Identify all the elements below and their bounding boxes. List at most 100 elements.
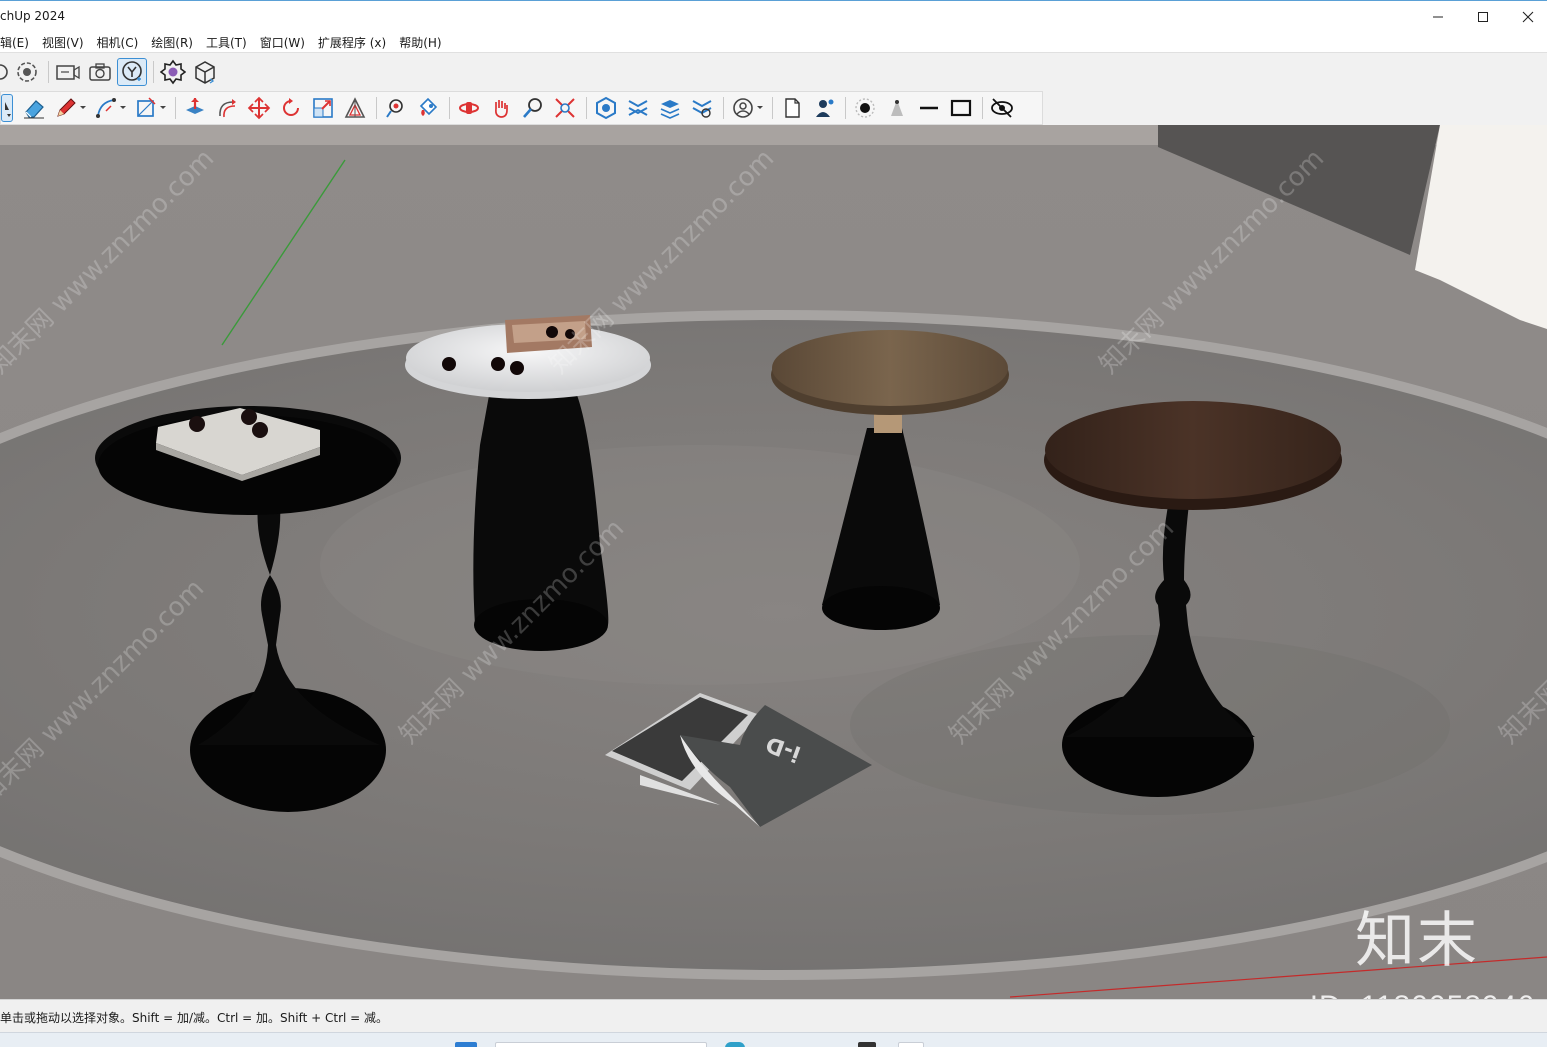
edge-icon[interactable] [725, 1042, 745, 1047]
taskbar-app-icon[interactable] [858, 1042, 876, 1047]
styles-icon [692, 100, 712, 118]
toolbar-separator [376, 97, 377, 119]
new-file-button[interactable] [777, 94, 807, 122]
status-bar: 单击或拖动以选择对象。Shift = 加/减。Ctrl = 加。Shift + … [0, 999, 1547, 1032]
shadow-button[interactable] [850, 94, 880, 122]
pencil-dropdown[interactable] [79, 94, 87, 122]
zoom-icon [523, 98, 542, 118]
account-dropdown[interactable] [756, 94, 764, 122]
line-button[interactable] [914, 94, 944, 122]
toolbar-separator [48, 61, 49, 83]
chevron-down-icon [120, 106, 126, 109]
layers-button[interactable] [655, 94, 685, 122]
toolbar-separator [723, 97, 724, 119]
sections-button[interactable] [623, 94, 653, 122]
layers-icon [660, 100, 680, 119]
model-info-button[interactable] [591, 94, 621, 122]
chevron-down-icon [80, 106, 86, 109]
camera-snapshot-button[interactable] [85, 58, 115, 86]
account-button[interactable] [728, 94, 758, 122]
arc-icon [96, 98, 116, 118]
user-button[interactable] [809, 94, 839, 122]
toolbar-separator [153, 61, 154, 83]
minimize-button[interactable] [1415, 1, 1461, 33]
tape-measure-button[interactable] [381, 94, 411, 122]
menu-bar: 辑(E) 视图(V) 相机(C) 绘图(R) 工具(T) 窗口(W) 扩展程序 … [0, 32, 1547, 52]
sketchup-taskbar-icon[interactable] [898, 1042, 924, 1047]
user-icon [816, 99, 834, 117]
paint-bucket-button[interactable] [413, 94, 443, 122]
toolbar-area [0, 52, 1547, 125]
camera-snapshot-icon [89, 63, 111, 81]
pencil-icon [57, 98, 76, 117]
rotate-button[interactable] [276, 94, 306, 122]
menu-edit[interactable]: 辑(E) [0, 34, 29, 51]
zoom-extents-icon [555, 98, 575, 118]
menu-draw[interactable]: 绘图(R) [151, 34, 193, 51]
rectangle-icon [950, 99, 972, 117]
start-icon[interactable] [455, 1042, 477, 1047]
taskbar-search[interactable] [495, 1042, 707, 1047]
follow-me-icon [219, 99, 236, 118]
status-text: 单击或拖动以选择对象。Shift = 加/减。Ctrl = 加。Shift + … [0, 1011, 389, 1025]
menu-camera[interactable]: 相机(C) [97, 34, 139, 51]
zoom-extents-button[interactable] [550, 94, 580, 122]
model-viewport[interactable]: i-D 知末网 www.znzmo.com 知末网 www.znzmo.com … [0, 125, 1547, 999]
orbit-partial-button[interactable] [0, 58, 10, 86]
push-pull-button[interactable] [180, 94, 210, 122]
toolbar-separator [586, 97, 587, 119]
menu-window[interactable]: 窗口(W) [260, 34, 305, 51]
move-icon [247, 96, 271, 120]
model-info-icon [596, 96, 616, 120]
box-view-button[interactable] [190, 58, 220, 86]
orbit-target-icon [17, 62, 37, 82]
toolbar-separator [772, 97, 773, 119]
outliner-gear-button[interactable] [158, 58, 188, 86]
walk-through-button[interactable] [117, 58, 147, 86]
shape-button[interactable] [131, 94, 161, 122]
push-pull-icon [186, 98, 204, 114]
arc-button[interactable] [91, 94, 121, 122]
menu-view[interactable]: 视图(V) [42, 34, 84, 51]
fog-button[interactable] [882, 94, 912, 122]
rotate-icon [283, 98, 299, 116]
sections-icon [628, 100, 648, 116]
eraser-button[interactable] [19, 94, 49, 122]
tape-measure-icon [386, 99, 403, 118]
move-button[interactable] [244, 94, 274, 122]
menu-extensions[interactable]: 扩展程序 (x) [318, 34, 386, 51]
zoom-button[interactable] [518, 94, 548, 122]
toolbar-main [0, 91, 1043, 125]
arc-dropdown[interactable] [119, 94, 127, 122]
menu-tools[interactable]: 工具(T) [206, 34, 247, 51]
toolbar-camera [0, 55, 222, 89]
follow-me-button[interactable] [212, 94, 242, 122]
shape-dropdown[interactable] [159, 94, 167, 122]
outliner-gear-icon [160, 59, 186, 85]
pencil-button[interactable] [51, 94, 81, 122]
shape-icon [137, 97, 156, 117]
camera-position-button[interactable] [53, 58, 83, 86]
close-button[interactable] [1505, 1, 1547, 33]
hide-button[interactable] [987, 94, 1017, 122]
pan-icon [495, 100, 508, 118]
toolbar-separator [175, 97, 176, 119]
pan-button[interactable] [486, 94, 516, 122]
account-icon [733, 98, 753, 118]
rectangle-button[interactable] [946, 94, 976, 122]
sketchup-window: chUp 2024 辑(E) 视图(V) 相机(C) 绘图(R) 工具(T) 窗… [0, 0, 1547, 1047]
styles-button[interactable] [687, 94, 717, 122]
toolbar-separator [449, 97, 450, 119]
orbit-button[interactable] [454, 94, 484, 122]
select-button[interactable] [1, 94, 13, 122]
orbit-target-button[interactable] [12, 58, 42, 86]
hide-icon [991, 98, 1013, 118]
scene-render: i-D 知末网 www.znzmo.com 知末网 www.znzmo.com … [0, 125, 1547, 999]
close-icon [1522, 11, 1534, 23]
orbit-partial-icon [0, 64, 8, 80]
maximize-button[interactable] [1460, 1, 1506, 33]
minimize-icon [1433, 16, 1443, 18]
offset-button[interactable] [340, 94, 370, 122]
menu-help[interactable]: 帮助(H) [399, 34, 441, 51]
scale-button[interactable] [308, 94, 338, 122]
